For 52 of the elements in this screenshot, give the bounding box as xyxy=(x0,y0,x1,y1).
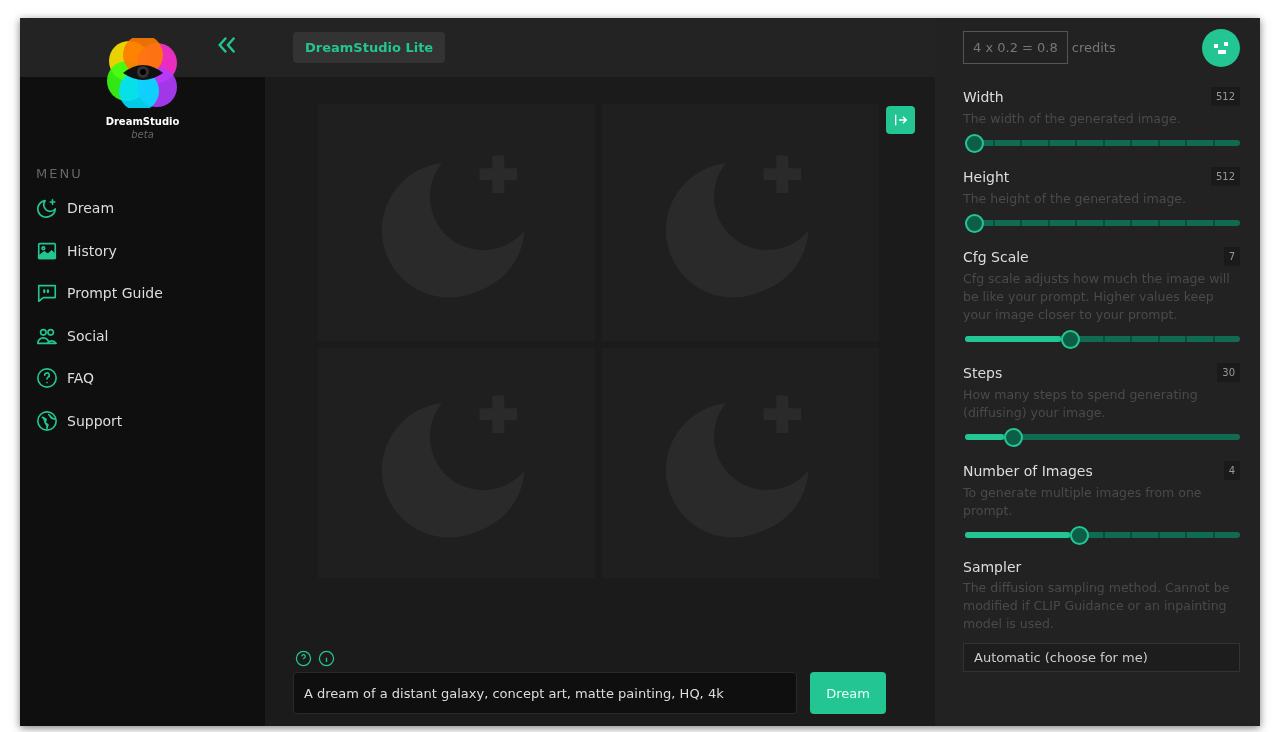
moon-star-icon xyxy=(36,197,58,220)
beta-label: beta xyxy=(131,129,154,140)
collapse-icon[interactable] xyxy=(216,34,238,56)
menu-item-label: History xyxy=(67,242,117,259)
menu-item[interactable]: Dream xyxy=(20,187,265,230)
avatar-button[interactable] xyxy=(1202,28,1240,67)
prompt-input[interactable]: A dream of a distant galaxy, concept art, matte painting, HQ, 4k xyxy=(293,672,797,714)
setting-label: Sampler xyxy=(963,559,1022,575)
setting-value: 4 xyxy=(1223,461,1240,480)
menu-item[interactable]: FAQ xyxy=(20,357,265,400)
info-icon[interactable] xyxy=(318,650,335,667)
menu-item-label: Prompt Guide xyxy=(67,285,163,302)
app-title: DreamStudio Lite xyxy=(293,32,446,63)
menu-item[interactable]: Social xyxy=(20,314,265,357)
setting-label: Number of Images xyxy=(963,462,1093,479)
menu-item-label: FAQ xyxy=(67,370,95,387)
pixel-avatar-icon xyxy=(1214,41,1228,54)
sampler-dropdown[interactable]: Automatic (choose for me) xyxy=(963,643,1240,672)
menu-item[interactable]: Support xyxy=(20,399,265,442)
slider-track[interactable] xyxy=(965,526,1240,545)
slider-thumb[interactable] xyxy=(1003,428,1023,447)
setting-label: Steps xyxy=(963,364,1003,381)
slider-track[interactable] xyxy=(965,214,1240,233)
menu-item[interactable]: Prompt Guide xyxy=(20,272,265,315)
menu-heading: MENU xyxy=(36,166,84,181)
menu-item-label: Social xyxy=(67,327,109,344)
arrow-right-icon xyxy=(892,112,909,128)
globe-icon xyxy=(36,409,58,432)
slider-thumb[interactable] xyxy=(965,134,984,153)
help-icon xyxy=(36,367,58,390)
setting-value: 30 xyxy=(1217,363,1240,382)
setting-value: 7 xyxy=(1223,247,1240,266)
expand-button[interactable] xyxy=(886,106,915,134)
slider-thumb[interactable] xyxy=(1061,330,1081,349)
slider-track[interactable] xyxy=(965,428,1240,447)
slider-track[interactable] xyxy=(965,134,1240,153)
credit-cost: 4 x 0.2 = 0.8 xyxy=(963,31,1068,64)
help-icon[interactable] xyxy=(295,650,312,667)
setting-label: Width xyxy=(963,88,1004,105)
brand-name: DreamStudio xyxy=(105,116,180,127)
slider-thumb[interactable] xyxy=(965,214,984,233)
credits-label: credits xyxy=(1071,40,1116,55)
setting-label: Height xyxy=(963,168,1010,185)
menu-item-label: Dream xyxy=(67,200,115,217)
setting-label: Cfg Scale xyxy=(963,248,1029,265)
menu-item-label: Support xyxy=(67,412,123,429)
menu-item[interactable]: History xyxy=(20,229,265,272)
slider-thumb[interactable] xyxy=(1069,526,1089,545)
setting-value: 512 xyxy=(1210,87,1240,106)
setting-value: 512 xyxy=(1210,167,1240,186)
quote-bubble-icon xyxy=(36,282,58,305)
slider-track[interactable] xyxy=(965,330,1240,349)
